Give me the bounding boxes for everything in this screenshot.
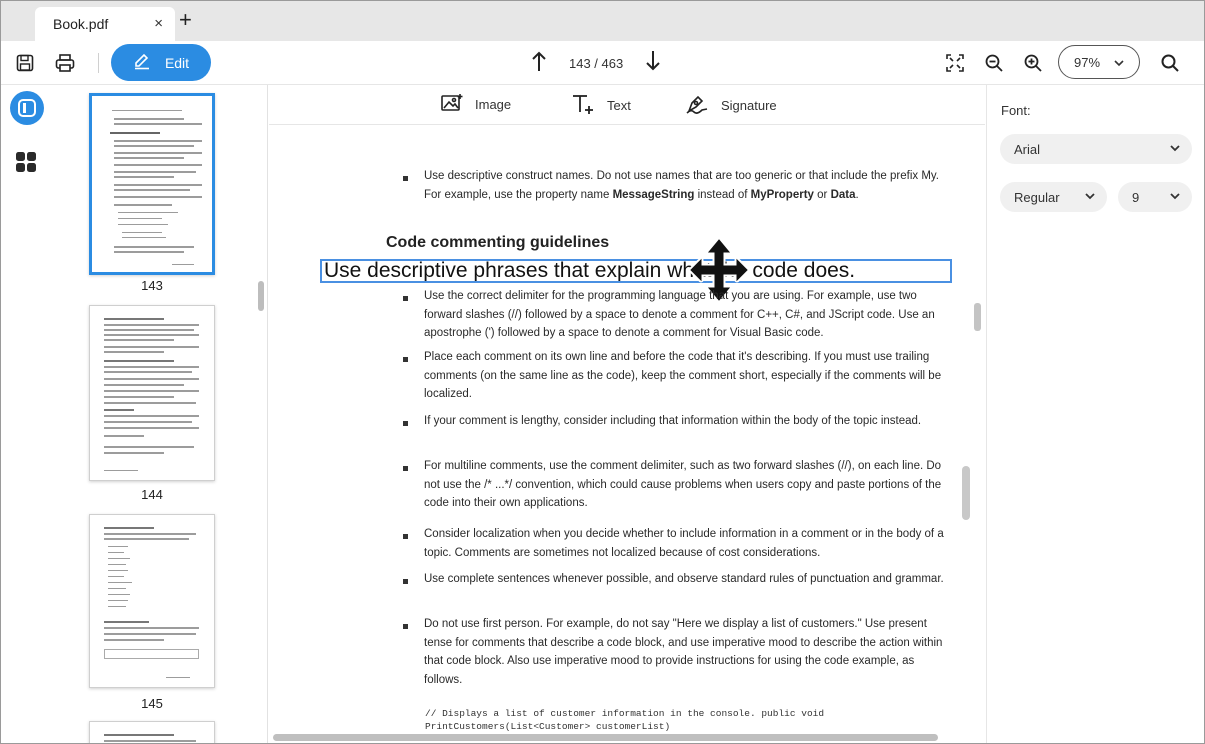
bullet-paragraph[interactable]: For multiline comments, use the comment … (424, 457, 952, 513)
font-family-value: Arial (1014, 141, 1041, 157)
save-icon[interactable] (13, 51, 37, 75)
bullet-paragraph[interactable]: Do not use first person. For example, do… (424, 615, 952, 689)
image-label: Image (475, 97, 512, 112)
image-icon (441, 93, 463, 116)
page-thumbnail-143[interactable] (89, 93, 215, 275)
left-icon-rail (1, 85, 53, 743)
bullet-paragraph[interactable]: Use the correct delimiter for the progra… (424, 287, 952, 343)
pencil-icon (133, 52, 151, 73)
thumbnail-panel: 143 144 145 (53, 85, 268, 743)
page-navigation: 143 / 463 (531, 49, 661, 77)
font-size-select[interactable]: 9 (1118, 182, 1192, 212)
properties-panel: Font: Arial Regular 9 (986, 85, 1204, 743)
insert-text-button[interactable]: Text (571, 93, 631, 118)
document-vertical-scrollbar[interactable] (962, 466, 970, 520)
edit-button[interactable]: Edit (111, 44, 211, 81)
chevron-down-icon (1170, 144, 1180, 155)
bullet-marker (403, 466, 408, 471)
print-icon[interactable] (53, 51, 77, 75)
edit-label: Edit (164, 54, 190, 71)
tab-label: Book.pdf (53, 16, 109, 32)
paragraph-construct-names[interactable]: Use descriptive construct names. Do not … (424, 167, 952, 204)
bullet-paragraph[interactable]: Use complete sentences whenever possible… (424, 570, 952, 589)
zoom-value: 97% (1073, 54, 1101, 70)
signature-label: Signature (721, 98, 777, 113)
bullet-marker (403, 579, 408, 584)
zoom-select[interactable]: 97% (1058, 45, 1140, 79)
bullet-marker (403, 357, 408, 362)
zoom-in-icon[interactable] (1021, 51, 1045, 75)
prev-page-arrow-icon[interactable] (531, 50, 547, 77)
horizontal-scrollbar (269, 731, 985, 743)
search-icon[interactable] (1158, 51, 1182, 75)
signature-pen-icon (685, 93, 709, 118)
page-scrollbar[interactable] (974, 303, 981, 331)
chevron-down-icon (1170, 192, 1180, 203)
main-toolbar: Edit 143 / 463 97% (1, 41, 1204, 85)
chevron-down-icon (1085, 192, 1095, 203)
bullet-paragraph[interactable]: If your comment is lengthy, consider inc… (424, 412, 952, 431)
chevron-down-icon (1114, 55, 1124, 70)
insert-signature-button[interactable]: Signature (685, 93, 777, 118)
document-page: Use descriptive construct names. Do not … (269, 125, 985, 737)
page-thumbnail-145[interactable] (89, 514, 215, 688)
bullet-marker (403, 421, 408, 426)
insert-image-button[interactable]: Image (441, 93, 511, 116)
font-style-value: Regular (1014, 189, 1060, 205)
thumbnails-panel-icon[interactable] (10, 91, 44, 125)
toolbar-divider (98, 53, 99, 73)
thumbnail-label-143: 143 (141, 278, 163, 293)
page-thumbnail-144[interactable] (89, 305, 215, 481)
thumbnail-label-144: 144 (141, 487, 163, 502)
font-label: Font: (1001, 103, 1031, 118)
grid-view-icon[interactable] (15, 151, 37, 173)
insert-toolbar: Image Text Signature (269, 85, 985, 125)
zoom-out-icon[interactable] (982, 51, 1006, 75)
font-size-value: 9 (1132, 189, 1140, 205)
tab-bar: Book.pdf × + (1, 1, 1204, 41)
font-style-select[interactable]: Regular (1000, 182, 1107, 212)
bullet-paragraph[interactable]: Consider localization when you decide wh… (424, 525, 952, 562)
page-indicator[interactable]: 143 / 463 (569, 56, 623, 71)
bullet-paragraph[interactable]: Place each comment on its own line and b… (424, 348, 952, 404)
new-tab-button[interactable]: + (179, 9, 192, 31)
horizontal-scroll-thumb[interactable] (273, 734, 938, 741)
bullet-marker (403, 534, 408, 539)
text-tool-icon (571, 93, 595, 118)
thumbnail-label-145: 145 (141, 696, 163, 711)
editing-text-box[interactable]: Use descriptive phrases that explain wha… (320, 259, 952, 283)
page-thumbnail-146[interactable] (89, 721, 215, 743)
next-page-arrow-icon[interactable] (645, 50, 661, 77)
tab-book-pdf[interactable]: Book.pdf × (35, 7, 175, 41)
section-heading[interactable]: Code commenting guidelines (386, 234, 609, 252)
bullet-marker (403, 296, 408, 301)
bullet-marker (403, 624, 408, 629)
font-family-select[interactable]: Arial (1000, 134, 1192, 164)
fit-page-icon[interactable] (943, 51, 967, 75)
bullet-marker (403, 176, 408, 181)
text-label: Text (607, 98, 631, 113)
thumbnail-scrollbar[interactable] (258, 281, 264, 311)
close-tab-icon[interactable]: × (154, 15, 163, 32)
pdf-editor-window: Book.pdf × + Edit 143 / 463 97% 143 144 … (0, 0, 1205, 744)
code-line[interactable]: // Displays a list of customer informati… (425, 707, 824, 720)
